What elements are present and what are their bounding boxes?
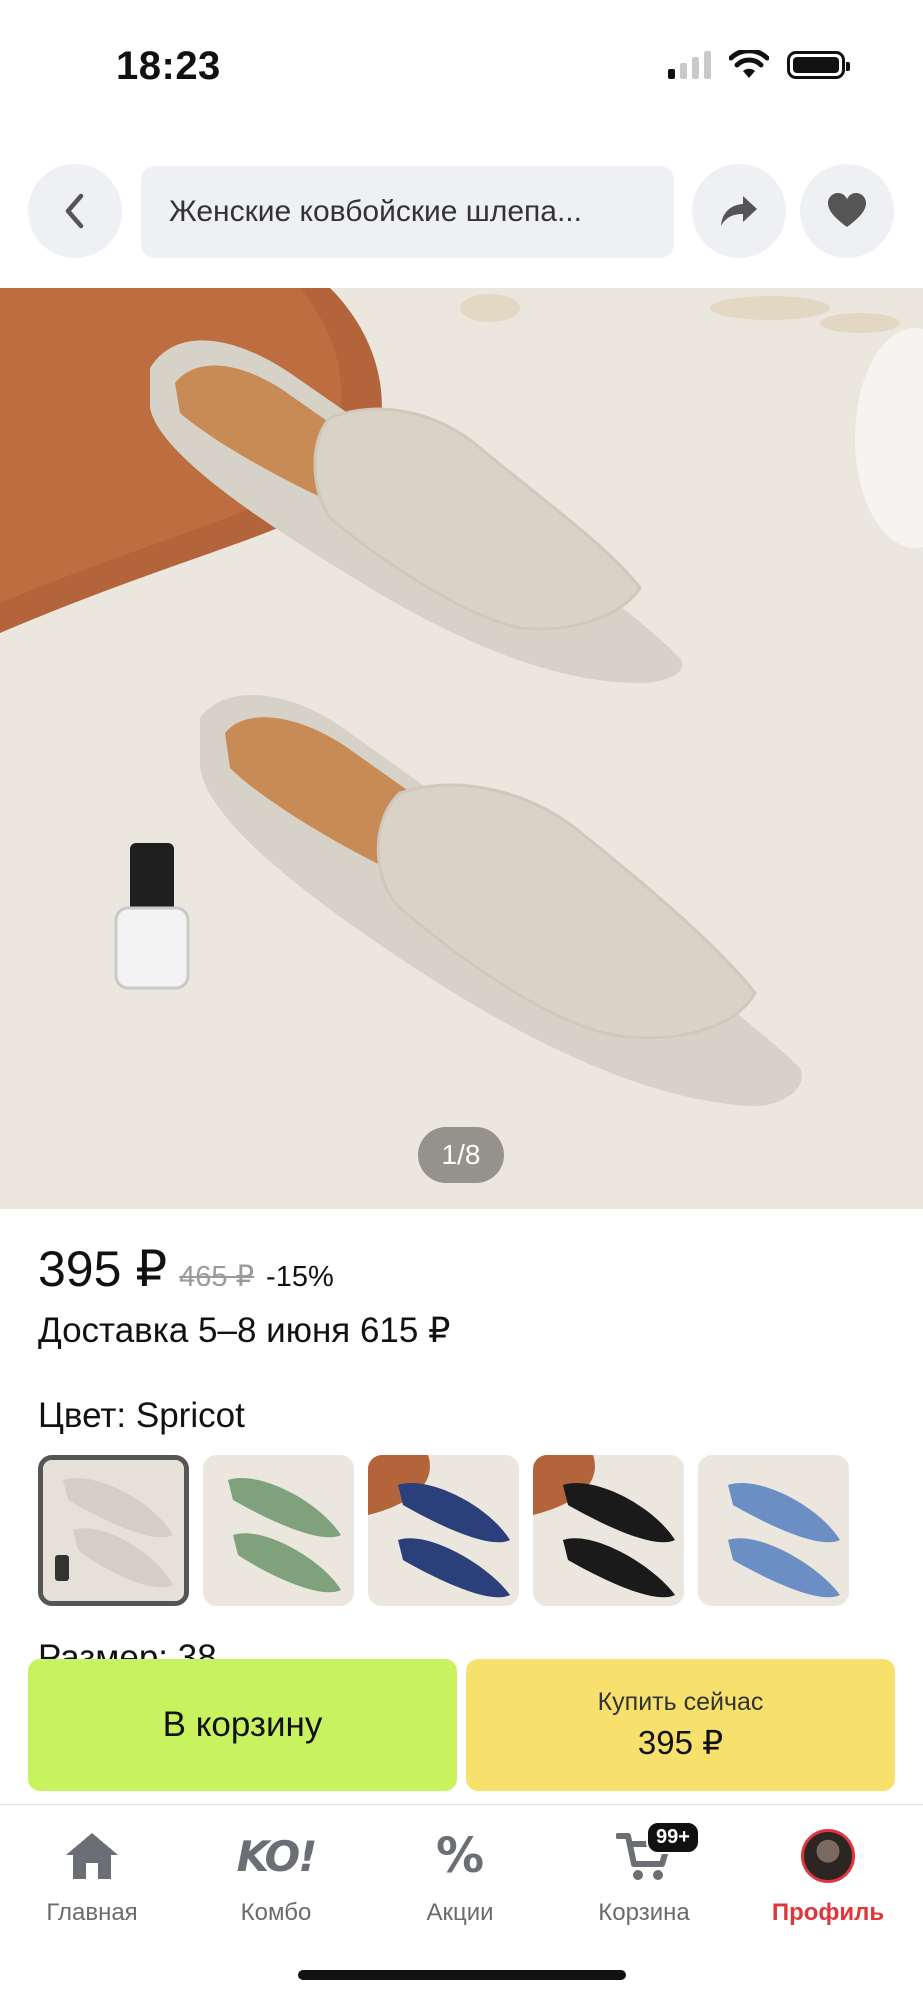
image-counter: 1/8 <box>418 1127 504 1183</box>
buy-now-button[interactable]: Купить сейчас 395 ₽ <box>466 1659 895 1791</box>
swatch-thumbnail <box>533 1455 684 1606</box>
old-price: 465 ₽ <box>179 1261 255 1293</box>
share-button[interactable] <box>692 164 786 258</box>
add-to-cart-button[interactable]: В корзину <box>28 1659 457 1791</box>
delivery-info: Доставка 5–8 июня 615 ₽ <box>38 1311 451 1350</box>
status-time: 18:23 <box>116 44 221 88</box>
avatar <box>801 1829 855 1883</box>
wifi-icon <box>729 50 769 78</box>
tab-label: Акции <box>426 1899 494 1926</box>
tab-cart[interactable]: 99+ Корзина <box>554 1821 734 1927</box>
home-indicator <box>298 1970 626 1980</box>
share-arrow-icon <box>721 196 757 226</box>
tab-profile[interactable]: Профиль <box>738 1827 918 1927</box>
tab-home[interactable]: Главная <box>2 1827 182 1927</box>
back-button[interactable] <box>28 164 122 258</box>
color-swatch[interactable] <box>38 1455 189 1606</box>
top-nav: Женские ковбойские шлепа... <box>0 164 923 260</box>
color-swatches <box>38 1455 849 1606</box>
percent-icon: % <box>435 1828 485 1884</box>
tab-promotions[interactable]: % Акции <box>370 1827 550 1927</box>
discount-badge: -15% <box>266 1261 334 1293</box>
color-swatch[interactable] <box>368 1455 519 1606</box>
search-field[interactable]: Женские ковбойские шлепа... <box>141 166 674 258</box>
color-label: Цвет: Spricot <box>38 1396 245 1435</box>
color-swatch[interactable] <box>533 1455 684 1606</box>
tab-kombo[interactable]: KO! Комбо <box>186 1827 366 1927</box>
ko-logo-icon: KO! <box>236 1831 318 1881</box>
cellular-signal-icon <box>668 51 711 79</box>
add-to-cart-label: В корзину <box>162 1705 323 1744</box>
product-image[interactable] <box>0 288 923 1209</box>
tab-label: Профиль <box>771 1899 885 1926</box>
swatch-thumbnail <box>368 1455 519 1606</box>
cart-count-badge: 99+ <box>646 1821 700 1854</box>
home-icon <box>60 1827 124 1885</box>
swatch-thumbnail <box>43 1460 184 1601</box>
product-photo <box>0 288 923 1209</box>
heart-icon <box>828 193 866 227</box>
status-icons <box>668 50 850 80</box>
favorite-button[interactable] <box>800 164 894 258</box>
color-swatch[interactable] <box>203 1455 354 1606</box>
tab-label: Корзина <box>598 1899 690 1926</box>
cart-icon: 99+ <box>612 1821 700 1885</box>
color-swatch[interactable] <box>698 1455 849 1606</box>
avatar-icon <box>796 1827 860 1885</box>
current-price: 395 ₽ <box>38 1241 168 1297</box>
tab-label: Главная <box>46 1899 138 1926</box>
swatch-thumbnail <box>698 1455 849 1606</box>
swatch-thumbnail <box>203 1455 354 1606</box>
buy-now-label: Купить сейчас <box>597 1688 764 1716</box>
tab-label: Комбо <box>240 1899 312 1926</box>
battery-icon <box>787 51 850 79</box>
chevron-left-icon <box>65 193 84 229</box>
status-bar: 18:23 <box>0 0 923 130</box>
buy-now-price: 395 ₽ <box>637 1724 724 1761</box>
price-row: 395 ₽ 465 ₽ -15% <box>38 1240 334 1298</box>
